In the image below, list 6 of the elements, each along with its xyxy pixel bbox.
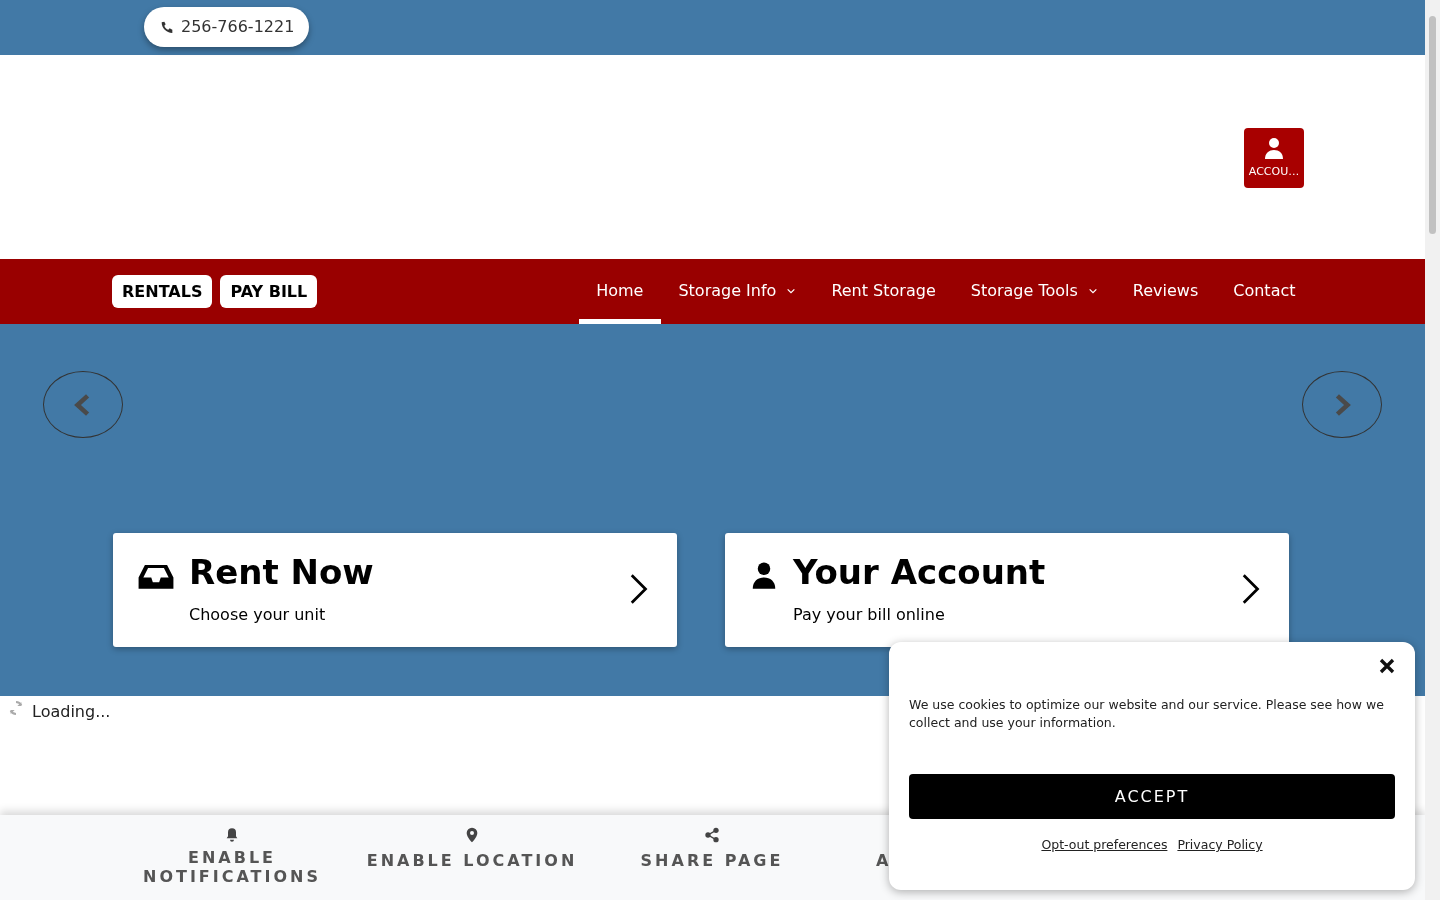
loading-text: Loading... (32, 701, 111, 723)
card-subtitle: Choose your unit (189, 604, 327, 626)
cookie-message: We use cookies to optimize our website and our service. Please see how we collect and use your information. (909, 696, 1385, 732)
card-subtitle: Pay your bill online (793, 604, 946, 626)
card-title: Your Account (793, 555, 1046, 589)
card-title: Rent Now (189, 555, 374, 589)
